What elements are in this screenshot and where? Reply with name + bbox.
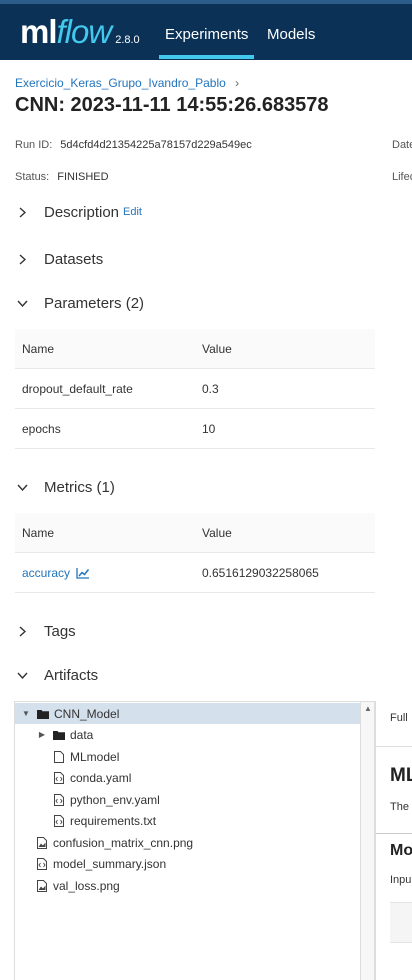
- tree-item-python-env[interactable]: python_env.yaml: [15, 789, 160, 810]
- status-label: Status:: [15, 171, 50, 183]
- mlflow-logo[interactable]: ml flow 2.8.0: [20, 14, 140, 50]
- tree-item-label: requirements.txt: [70, 813, 157, 828]
- preview-header: [376, 701, 412, 747]
- scroll-up-arrow-icon[interactable]: ▲: [364, 704, 372, 713]
- date-label: Date: [392, 139, 412, 151]
- breadcrumb-separator: ›: [235, 76, 240, 90]
- metric-accuracy-link[interactable]: accuracy: [22, 566, 90, 580]
- metric-name: accuracy: [22, 566, 71, 580]
- section-parameters-label: Parameters (2): [44, 294, 145, 312]
- tree-item-conda-yaml[interactable]: conda.yaml: [15, 767, 131, 788]
- section-description-label: Description: [44, 203, 120, 221]
- table-row: accuracy 0.6516129032258065: [15, 553, 375, 593]
- tree-item-data[interactable]: ▶ data: [15, 724, 93, 745]
- parameters-table: Name Value dropout_default_rate 0.3 epoc…: [15, 329, 375, 449]
- tree-item-label: data: [70, 727, 94, 742]
- param-value: 0.3: [202, 382, 219, 396]
- tree-item-model-summary[interactable]: model_summary.json: [15, 853, 166, 874]
- line-chart-icon: [76, 567, 90, 579]
- run-id-value: 5d4cfd4d21354225a78157d229a549ec: [60, 139, 252, 151]
- image-file-icon: [36, 879, 48, 892]
- section-datasets-label: Datasets: [44, 250, 104, 268]
- tree-item-label: val_loss.png: [53, 878, 120, 893]
- artifact-tree: ▼ CNN_Model ▶ data MLmodel conda.yaml py…: [14, 701, 375, 980]
- chevron-right-icon: [15, 253, 29, 265]
- table-header-row: Name Value: [15, 329, 375, 369]
- column-header-name[interactable]: Name: [22, 342, 54, 356]
- preview-input-label: Inpu: [390, 874, 412, 886]
- table-row: dropout_default_rate 0.3: [15, 369, 375, 409]
- param-name: dropout_default_rate: [22, 382, 133, 396]
- code-file-icon: [53, 814, 65, 827]
- section-metrics[interactable]: Metrics (1): [15, 474, 115, 500]
- tree-item-label: confusion_matrix_cnn.png: [53, 835, 194, 850]
- edit-description-link[interactable]: Edit: [123, 206, 142, 218]
- section-tags[interactable]: Tags: [15, 618, 76, 644]
- section-datasets[interactable]: Datasets: [15, 246, 103, 272]
- page-title: CNN: 2023-11-11 14:55:26.683578: [15, 94, 329, 116]
- chevron-right-icon: [15, 206, 29, 218]
- tree-item-label: conda.yaml: [70, 770, 132, 785]
- preview-divider: [376, 833, 412, 834]
- tree-item-label: CNN_Model: [54, 706, 120, 721]
- folder-icon: [53, 729, 65, 741]
- code-file-icon: [53, 793, 65, 806]
- param-value: 10: [202, 422, 216, 436]
- logo-ml: ml: [20, 13, 58, 50]
- code-file-icon: [53, 771, 65, 784]
- table-row: epochs 10: [15, 409, 375, 449]
- preview-schema-table: [390, 902, 412, 943]
- preview-text: The: [390, 801, 409, 813]
- metric-value: 0.6516129032258065: [202, 566, 319, 580]
- folder-icon: [37, 708, 49, 720]
- version-label: 2.8.0: [115, 34, 140, 46]
- triangle-right-icon[interactable]: ▶: [37, 730, 47, 739]
- tree-item-cnn-model[interactable]: ▼ CNN_Model: [15, 703, 360, 724]
- tree-item-requirements[interactable]: requirements.txt: [15, 810, 156, 831]
- tree-item-label: python_env.yaml: [70, 792, 160, 807]
- column-header-value[interactable]: Value: [202, 526, 232, 540]
- section-artifacts[interactable]: Artifacts: [15, 662, 98, 688]
- nav-experiments[interactable]: Experiments: [158, 26, 255, 59]
- preview-heading: ML: [390, 765, 412, 786]
- tree-item-label: MLmodel: [70, 749, 120, 764]
- section-metrics-label: Metrics (1): [44, 478, 115, 496]
- metrics-table: Name Value accuracy 0.6516129032258065: [15, 513, 375, 593]
- triangle-down-icon[interactable]: ▼: [21, 709, 31, 718]
- full-path-label: Full: [390, 712, 408, 724]
- artifact-preview-pane: Full ML The Mo Inpu: [375, 701, 412, 980]
- section-description[interactable]: Description Edit: [15, 199, 142, 225]
- file-icon: [53, 750, 65, 763]
- logo-flow: flow: [56, 13, 113, 50]
- tree-scrollbar[interactable]: ▲: [360, 702, 374, 980]
- breadcrumb-experiment-link[interactable]: Exercicio_Keras_Grupo_Ivandro_Pablo: [15, 76, 226, 90]
- image-file-icon: [36, 836, 48, 849]
- status-value: FINISHED: [57, 171, 109, 183]
- tree-item-val-loss[interactable]: val_loss.png: [15, 875, 120, 896]
- column-header-value[interactable]: Value: [202, 342, 232, 356]
- chevron-down-icon: [15, 672, 29, 679]
- table-header-row: Name Value: [15, 513, 375, 553]
- top-edge: [0, 0, 412, 4]
- chevron-right-icon: [15, 625, 29, 637]
- tree-item-mlmodel[interactable]: MLmodel: [15, 746, 119, 767]
- section-artifacts-label: Artifacts: [44, 666, 99, 684]
- section-tags-label: Tags: [44, 622, 76, 640]
- chevron-down-icon: [15, 484, 29, 491]
- nav-models[interactable]: Models: [267, 26, 315, 43]
- breadcrumb: Exercicio_Keras_Grupo_Ivandro_Pablo ›: [15, 76, 239, 90]
- run-id-field: Run ID: 5d4cfd4d21354225a78157d229a549ec: [15, 139, 252, 151]
- code-file-icon: [36, 857, 48, 870]
- chevron-down-icon: [15, 300, 29, 307]
- column-header-name[interactable]: Name: [22, 526, 54, 540]
- section-parameters[interactable]: Parameters (2): [15, 290, 144, 316]
- preview-subheading: Mo: [390, 842, 412, 859]
- tree-item-label: model_summary.json: [53, 856, 167, 871]
- lifecycle-label: Lifec: [392, 171, 412, 183]
- tree-item-confusion-matrix[interactable]: confusion_matrix_cnn.png: [15, 832, 193, 853]
- top-nav-bar: ml flow 2.8.0 Experiments Models: [0, 0, 412, 60]
- run-id-label: Run ID:: [15, 139, 53, 151]
- status-field: Status: FINISHED: [15, 171, 109, 183]
- param-name: epochs: [22, 422, 61, 436]
